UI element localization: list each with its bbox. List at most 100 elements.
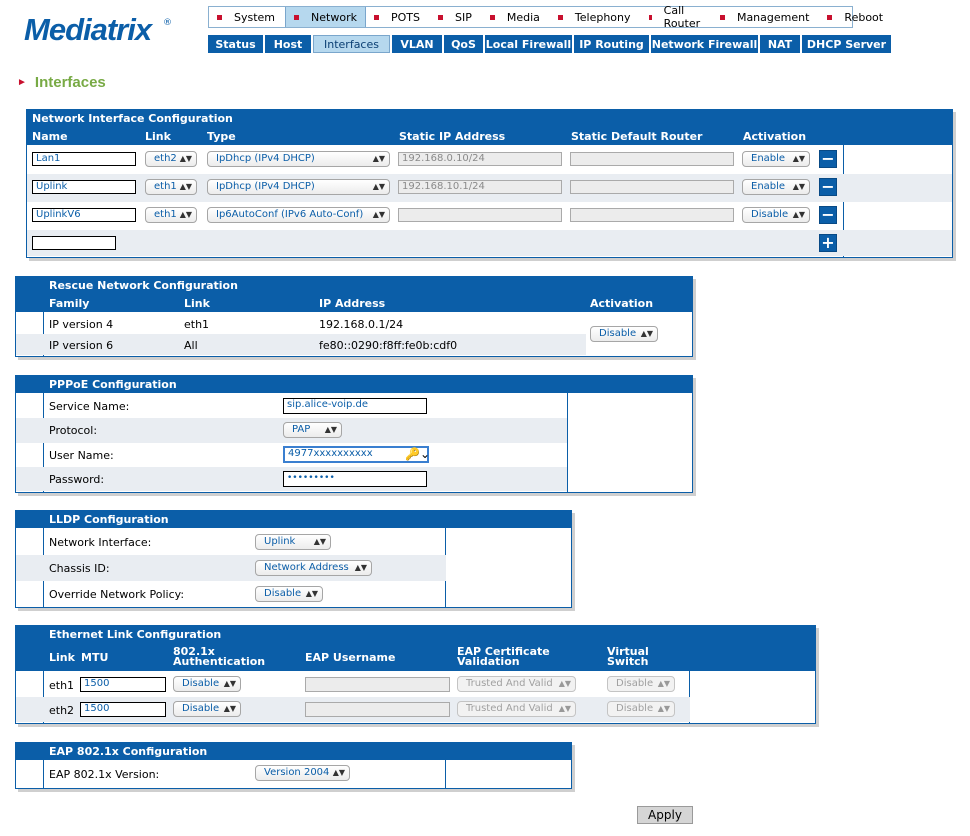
mtu-field[interactable]: 1500 <box>80 677 166 692</box>
type-select[interactable]: Ip6AutoConf (IPv6 Auto-Conf) ▲▼ <box>207 207 390 223</box>
protocol-select[interactable]: PAP ▲▼ <box>283 422 342 438</box>
new-interface-name-field[interactable] <box>32 236 116 250</box>
nav-network[interactable]: Network <box>285 7 366 27</box>
network-interface-select[interactable]: Uplink ▲▼ <box>255 534 331 550</box>
auth-select[interactable]: Disable ▲▼ <box>173 676 241 692</box>
tab-nat[interactable]: NAT <box>760 35 800 53</box>
nav-sip[interactable]: SIP <box>430 7 482 27</box>
form-row: User Name: 4977xxxxxxxxxx 🔑⌄ <box>16 443 692 467</box>
ip-value: fe80::0290:f8ff:fe0b:cdf0 <box>319 339 458 352</box>
table-row: eth1 1500 Disable ▲▼ Trusted And Valid ▲▼ … <box>16 672 815 697</box>
nav-media[interactable]: Media <box>482 7 550 27</box>
eap-username-field[interactable] <box>305 677 450 692</box>
select-arrows-icon: ▲▼ <box>332 768 345 777</box>
type-select[interactable]: IpDhcp (IPv4 DHCP) ▲▼ <box>207 179 390 195</box>
col-activation: Activation <box>590 297 654 310</box>
table-row: Lan1 eth2 ▲▼ IpDhcp (IPv4 DHCP) ▲▼ 192.168… <box>27 146 952 174</box>
eap-version-select[interactable]: Version 2004 ▲▼ <box>255 765 350 781</box>
interface-name-field[interactable]: UplinkV6 <box>32 208 136 222</box>
remove-row-button[interactable]: − <box>819 178 837 196</box>
activation-select[interactable]: Enable ▲▼ <box>742 179 810 195</box>
tab-interfaces[interactable]: Interfaces <box>313 35 390 53</box>
col-eap-username: EAP Username <box>305 651 396 664</box>
select-arrows-icon: ▲▼ <box>372 210 385 219</box>
select-value: Disable <box>264 588 302 599</box>
static-ip-field[interactable] <box>398 208 562 222</box>
col-eap-cert: EAP Certificate Validation <box>457 646 550 667</box>
tab-host[interactable]: Host <box>265 35 311 53</box>
tab-status[interactable]: Status <box>208 35 263 53</box>
tab-vlan[interactable]: VLAN <box>392 35 442 53</box>
form-row: Network Interface: Uplink ▲▼ <box>16 529 571 555</box>
panel-header: EAP 802.1x Configuration <box>16 743 571 760</box>
activation-select[interactable]: Enable ▲▼ <box>742 151 810 167</box>
virtual-switch-select[interactable]: Disable ▲▼ <box>607 701 675 717</box>
link-select[interactable]: eth1 ▲▼ <box>145 179 197 195</box>
select-value: Ip6AutoConf (IPv6 Auto-Conf) <box>216 209 364 220</box>
interface-name-field[interactable]: Lan1 <box>32 152 136 166</box>
link-value: All <box>184 339 198 352</box>
col-virtual-switch: Virtual Switch <box>607 646 649 667</box>
select-value: Disable <box>751 209 789 220</box>
chassis-id-select[interactable]: Network Address ▲▼ <box>255 560 372 576</box>
table-row: Uplink eth1 ▲▼ IpDhcp (IPv4 DHCP) ▲▼ 192.1… <box>27 174 952 202</box>
static-router-field[interactable] <box>570 152 734 166</box>
apply-button[interactable]: Apply <box>637 806 693 824</box>
nav-reboot[interactable]: Reboot <box>819 7 893 27</box>
override-policy-select[interactable]: Disable ▲▼ <box>255 586 323 602</box>
link-select[interactable]: eth2 ▲▼ <box>145 151 197 167</box>
select-value: IpDhcp (IPv4 DHCP) <box>216 153 315 164</box>
service-name-field[interactable]: sip.alice-voip.de <box>283 398 427 414</box>
eap-cert-select[interactable]: Trusted And Valid ▲▼ <box>457 701 576 717</box>
link-select[interactable]: eth1 ▲▼ <box>145 207 197 223</box>
panel-title: Ethernet Link Configuration <box>49 628 222 641</box>
nav-call-router[interactable]: Call Router <box>641 4 712 30</box>
remove-row-button[interactable]: − <box>819 150 837 168</box>
tab-local-firewall[interactable]: Local Firewall <box>485 35 572 53</box>
select-value: Trusted And Valid <box>466 703 553 714</box>
auth-select[interactable]: Disable ▲▼ <box>173 701 241 717</box>
select-value: Enable <box>751 153 786 164</box>
panel-title: PPPoE Configuration <box>49 378 177 391</box>
col-family: Family <box>49 297 90 310</box>
main-nav: System Network POTS SIP Media Telephony … <box>208 4 883 30</box>
add-row-button[interactable]: + <box>819 234 837 252</box>
static-ip-field[interactable]: 192.168.10.1/24 <box>398 180 562 194</box>
nav-system[interactable]: System <box>209 7 285 27</box>
nav-pots[interactable]: POTS <box>366 7 430 27</box>
tab-network-firewall[interactable]: Network Firewall <box>651 35 758 53</box>
tab-qos[interactable]: QoS <box>444 35 483 53</box>
rescue-activation-select[interactable]: Disable ▲▼ <box>590 326 658 342</box>
activation-select[interactable]: Disable ▲▼ <box>742 207 810 223</box>
nav-management[interactable]: Management <box>712 7 819 27</box>
col-link: Link <box>184 297 210 310</box>
key-icon[interactable]: 🔑⌄ <box>405 447 430 461</box>
form-row: EAP 802.1x Version: Version 2004 ▲▼ <box>16 761 571 787</box>
panel-title: Rescue Network Configuration <box>49 279 238 292</box>
eap-cert-select[interactable]: Trusted And Valid ▲▼ <box>457 676 576 692</box>
interface-name-field[interactable]: Uplink <box>32 180 136 194</box>
static-router-field[interactable] <box>570 180 734 194</box>
bullet-icon <box>294 14 300 20</box>
select-arrows-icon: ▲▼ <box>313 537 326 546</box>
form-row: Service Name: sip.alice-voip.de <box>16 394 692 418</box>
panel-title: EAP 802.1x Configuration <box>49 745 208 758</box>
panel-header: Ethernet Link Configuration Link MTU 802… <box>16 626 815 671</box>
mtu-field[interactable]: 1500 <box>80 702 166 717</box>
static-router-field[interactable] <box>570 208 734 222</box>
password-field[interactable]: ••••••••• <box>283 471 427 487</box>
eap-username-field[interactable] <box>305 702 450 717</box>
static-ip-field[interactable]: 192.168.0.10/24 <box>398 152 562 166</box>
ethernet-link-panel: Ethernet Link Configuration Link MTU 802… <box>15 625 816 724</box>
remove-row-button[interactable]: − <box>819 206 837 224</box>
tab-ip-routing[interactable]: IP Routing <box>574 35 649 53</box>
table-row-new: + <box>27 230 952 256</box>
nav-telephony[interactable]: Telephony <box>550 7 641 27</box>
override-policy-label: Override Network Policy: <box>49 588 185 601</box>
virtual-switch-select[interactable]: Disable ▲▼ <box>607 676 675 692</box>
tab-dhcp-server[interactable]: DHCP Server <box>802 35 891 53</box>
select-value: Uplink <box>264 536 296 547</box>
type-select[interactable]: IpDhcp (IPv4 DHCP) ▲▼ <box>207 151 390 167</box>
eap-panel: EAP 802.1x Configuration EAP 802.1x Vers… <box>15 742 572 789</box>
select-arrows-icon: ▲▼ <box>179 182 192 191</box>
